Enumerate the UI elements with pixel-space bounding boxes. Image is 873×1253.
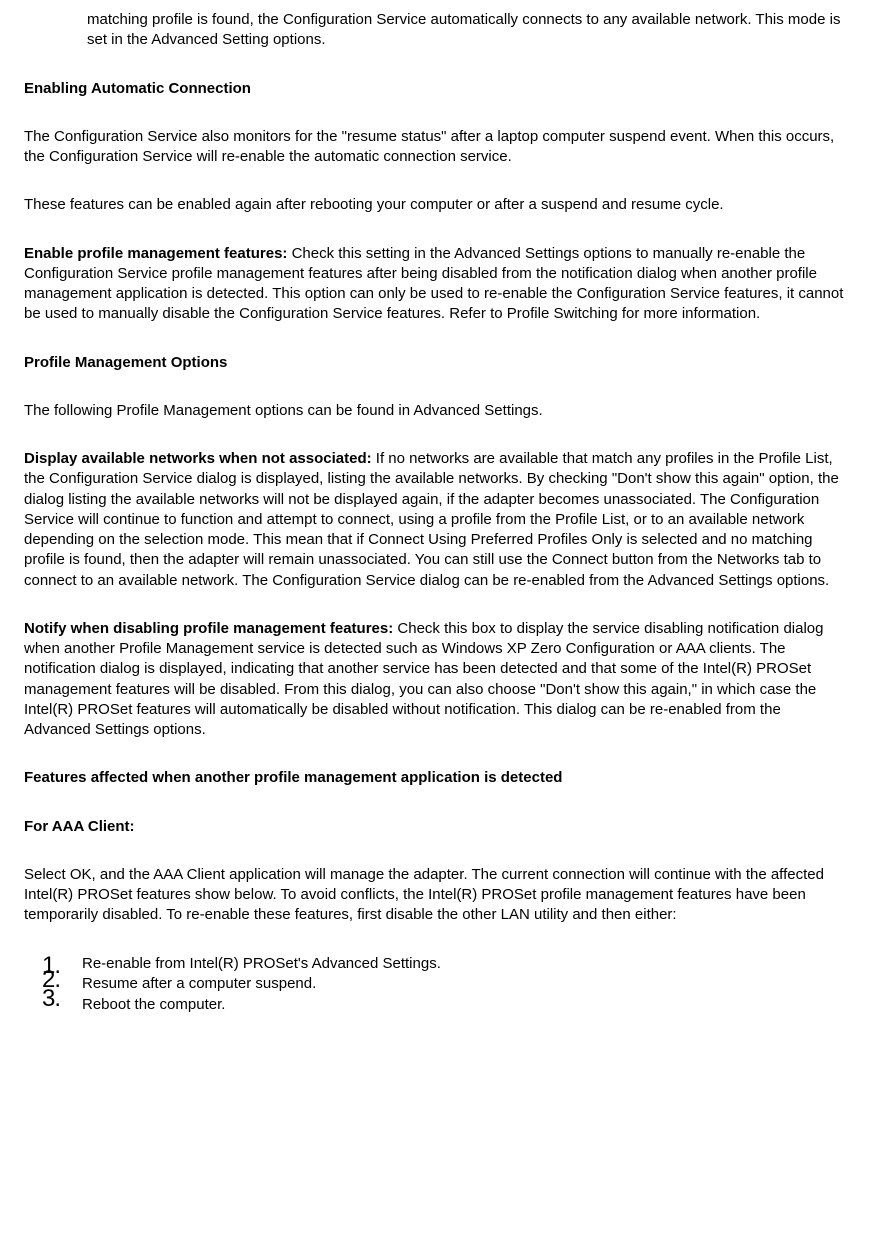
list-text: Re-enable from Intel(R) PROSet's Advance… — [82, 955, 441, 972]
paragraph-pm-options-found: The following Profile Management options… — [24, 401, 849, 421]
list-text: Resume after a computer suspend. — [82, 975, 316, 992]
list-number: 3. — [42, 983, 60, 1014]
reenable-steps-list: 1. Re-enable from Intel(R) PROSet's Adva… — [42, 954, 849, 1015]
list-text: Reboot the computer. — [82, 996, 225, 1013]
text-display-available-networks: If no networks are available that match … — [24, 450, 839, 589]
paragraph-notify-disabling: Notify when disabling profile management… — [24, 619, 849, 741]
list-item: 2. Resume after a computer suspend. — [42, 974, 849, 994]
paragraph-enable-profile-features: Enable profile management features: Chec… — [24, 244, 849, 325]
heading-enabling-auto-connection: Enabling Automatic Connection — [24, 79, 849, 99]
heading-for-aaa-client: For AAA Client: — [24, 817, 849, 837]
heading-profile-management-options: Profile Management Options — [24, 353, 849, 373]
text-notify-disabling: Check this box to display the service di… — [24, 620, 823, 738]
paragraph-aaa-client: Select OK, and the AAA Client applicatio… — [24, 865, 849, 926]
list-item: 1. Re-enable from Intel(R) PROSet's Adva… — [42, 954, 849, 974]
intro-fragment: matching profile is found, the Configura… — [87, 10, 849, 51]
label-display-available-networks: Display available networks when not asso… — [24, 450, 372, 467]
label-enable-profile-features: Enable profile management features: — [24, 245, 287, 262]
paragraph-display-available-networks: Display available networks when not asso… — [24, 449, 849, 591]
label-notify-disabling: Notify when disabling profile management… — [24, 620, 393, 637]
paragraph-resume-status: The Configuration Service also monitors … — [24, 127, 849, 168]
paragraph-reboot-cycle: These features can be enabled again afte… — [24, 195, 849, 215]
list-item: 3. Reboot the computer. — [42, 995, 849, 1015]
heading-features-affected: Features affected when another profile m… — [24, 768, 849, 788]
